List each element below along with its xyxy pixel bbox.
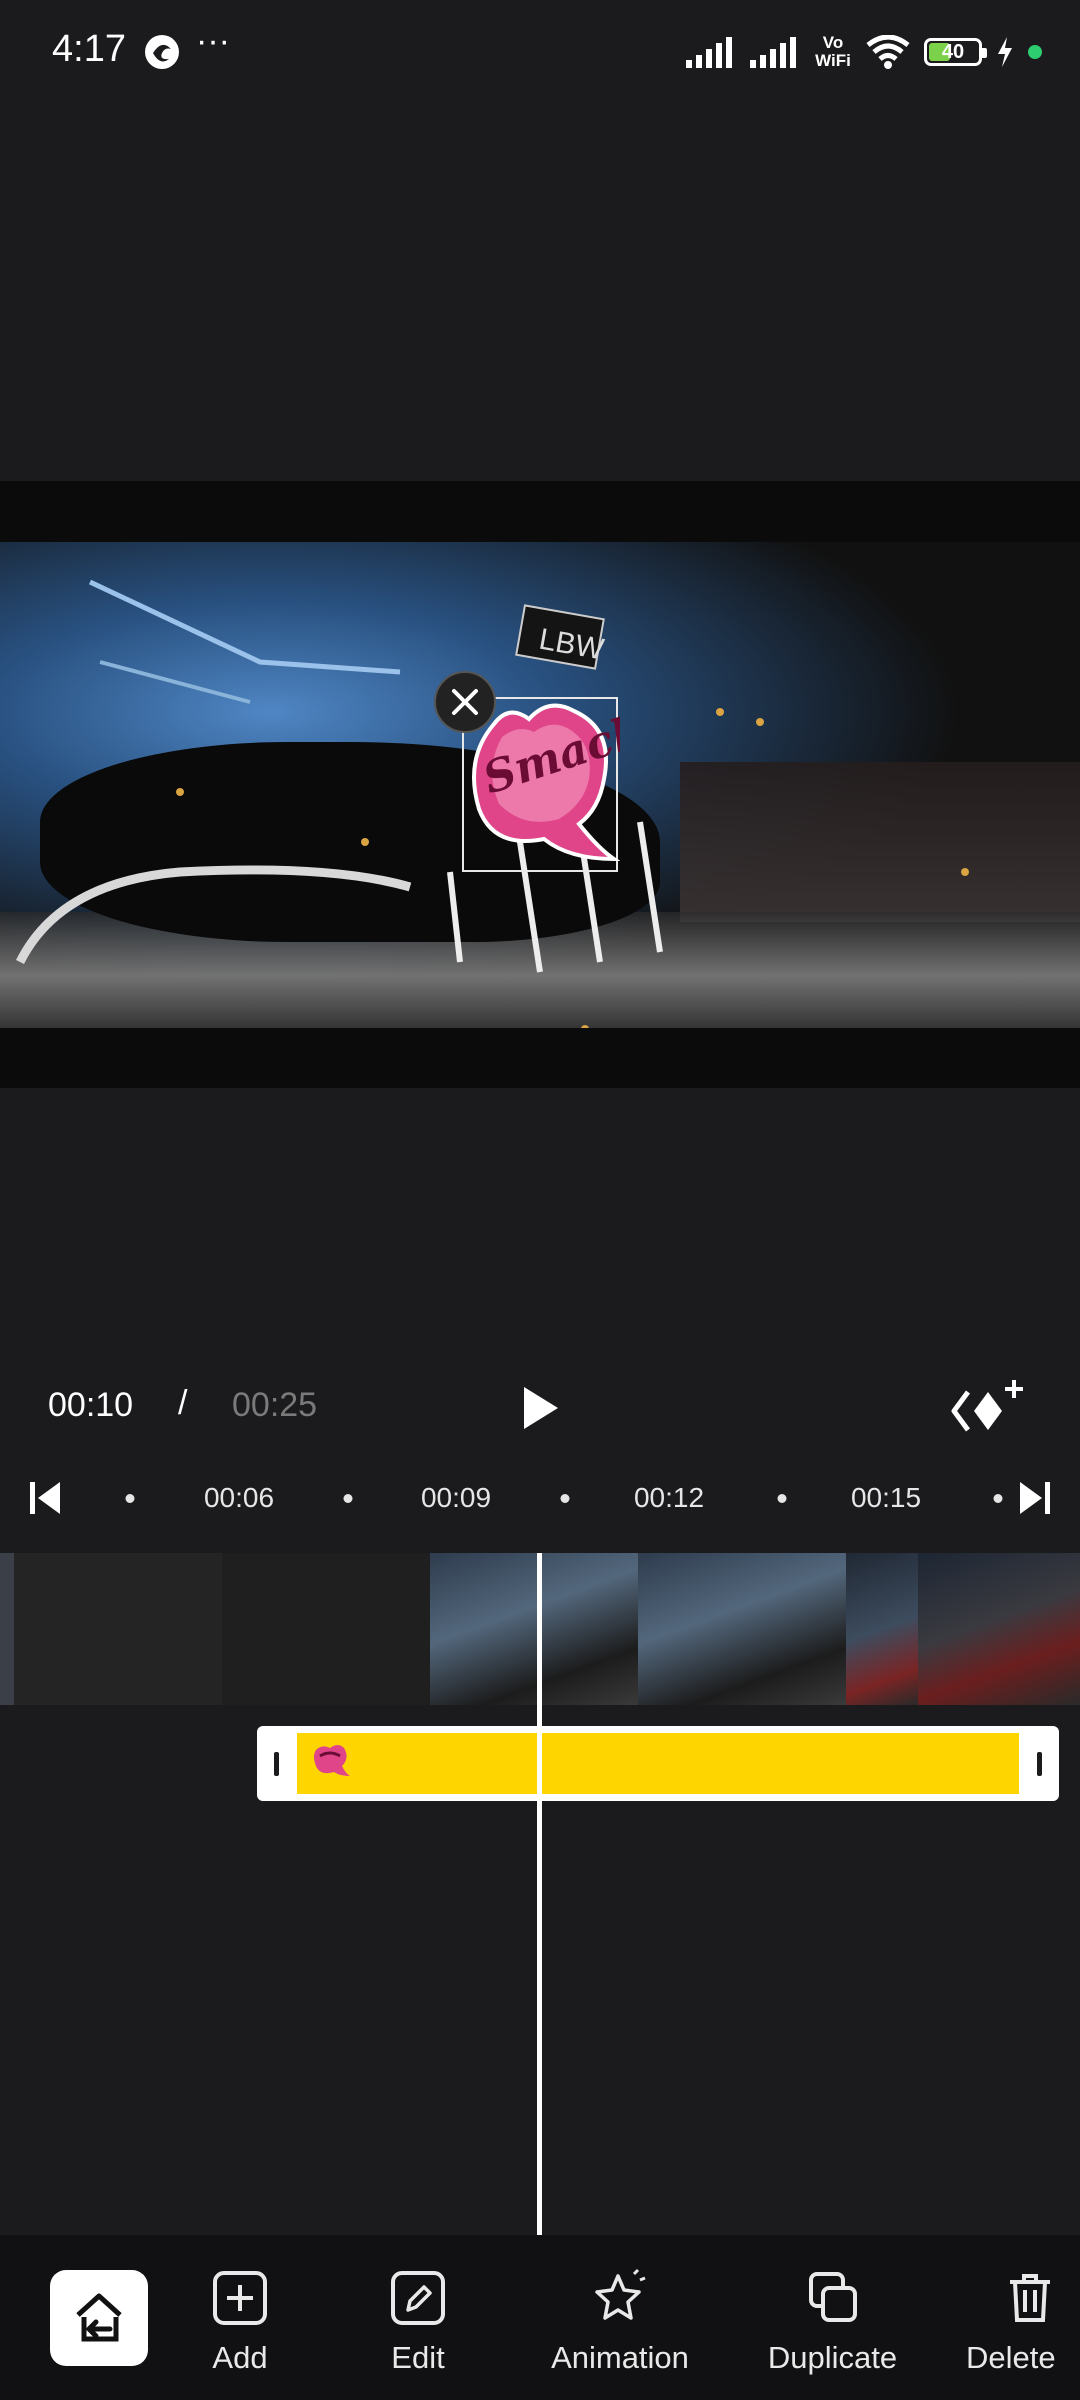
timeline-ruler[interactable]: 00:06 00:09 00:12 00:15	[0, 1470, 1080, 1528]
back-button[interactable]	[50, 2270, 148, 2366]
video-thumbnail	[222, 1553, 430, 1705]
browser-icon	[145, 35, 179, 69]
battery-level: 40	[941, 40, 965, 63]
video-thumbnail	[14, 1553, 222, 1705]
playhead[interactable]	[537, 1553, 542, 2235]
add-keyframe-button[interactable]	[948, 1378, 1028, 1438]
status-bar: 4:17 ··· Vo WiFi 40	[0, 0, 1080, 100]
animation-label: Animation	[551, 2340, 689, 2375]
sticker-close-button[interactable]	[434, 671, 496, 733]
exit-icon	[76, 2293, 122, 2342]
privacy-dot-icon	[1028, 45, 1042, 59]
status-time: 4:17	[52, 28, 126, 70]
ruler-label: 00:15	[850, 1482, 922, 1513]
play-button[interactable]	[516, 1384, 564, 1432]
add-button[interactable]: Add	[180, 2268, 300, 2376]
sticker-clip-thumbnail	[314, 1745, 350, 1776]
vowifi-icon: Vo WiFi	[815, 33, 851, 70]
duplicate-icon	[808, 2272, 857, 2322]
ruler-dot	[560, 1494, 570, 1503]
close-icon	[452, 689, 478, 715]
wifi-icon	[866, 35, 910, 69]
signal-icon	[750, 37, 796, 68]
play-icon	[524, 1387, 558, 1429]
edit-label: Edit	[391, 2340, 445, 2375]
duplicate-label: Duplicate	[767, 2340, 898, 2375]
delete-button[interactable]: Delete	[966, 2268, 1080, 2376]
total-time: 00:25	[232, 1386, 318, 1424]
delete-label: Delete	[966, 2340, 1056, 2375]
trash-icon	[1010, 2274, 1050, 2322]
ruler-label: 00:12	[633, 1482, 705, 1513]
sticker-clip[interactable]	[297, 1733, 1019, 1794]
edit-button[interactable]: Edit	[358, 2268, 478, 2376]
ruler-dot	[125, 1494, 135, 1503]
animation-button[interactable]: Animation	[535, 2268, 705, 2376]
star-icon	[595, 2268, 646, 2320]
smack-sticker[interactable]: Smack!	[464, 699, 667, 874]
video-thumbnail	[0, 1553, 14, 1705]
add-label: Add	[212, 2340, 268, 2375]
add-icon	[213, 2271, 267, 2325]
more-notifications-icon: ···	[196, 22, 230, 60]
ruler-dot	[993, 1494, 1003, 1503]
ruler-dot	[343, 1494, 353, 1503]
current-time: 00:10	[48, 1386, 134, 1424]
video-thumbnail	[430, 1553, 638, 1705]
video-thumbnail	[918, 1553, 1080, 1705]
skip-to-end-button[interactable]	[1016, 1480, 1050, 1516]
battery-icon: 40	[924, 38, 987, 66]
video-thumbnail	[846, 1553, 918, 1705]
trim-handle-left[interactable]	[274, 1752, 279, 1776]
trim-handle-right[interactable]	[1037, 1752, 1042, 1776]
skip-end-icon	[1020, 1482, 1042, 1514]
keyframe-icon	[951, 1380, 1023, 1432]
time-separator: /	[178, 1384, 188, 1422]
ruler-label: 00:09	[420, 1482, 492, 1513]
signal-icon	[686, 37, 732, 68]
duplicate-button[interactable]: Duplicate	[750, 2268, 915, 2376]
ruler-label: 00:06	[203, 1482, 275, 1513]
charging-icon	[998, 37, 1012, 67]
video-thumbnail	[638, 1553, 846, 1705]
status-icons: Vo WiFi 40	[686, 24, 1042, 80]
ruler-dot	[777, 1494, 787, 1503]
pencil-icon	[391, 2271, 445, 2325]
